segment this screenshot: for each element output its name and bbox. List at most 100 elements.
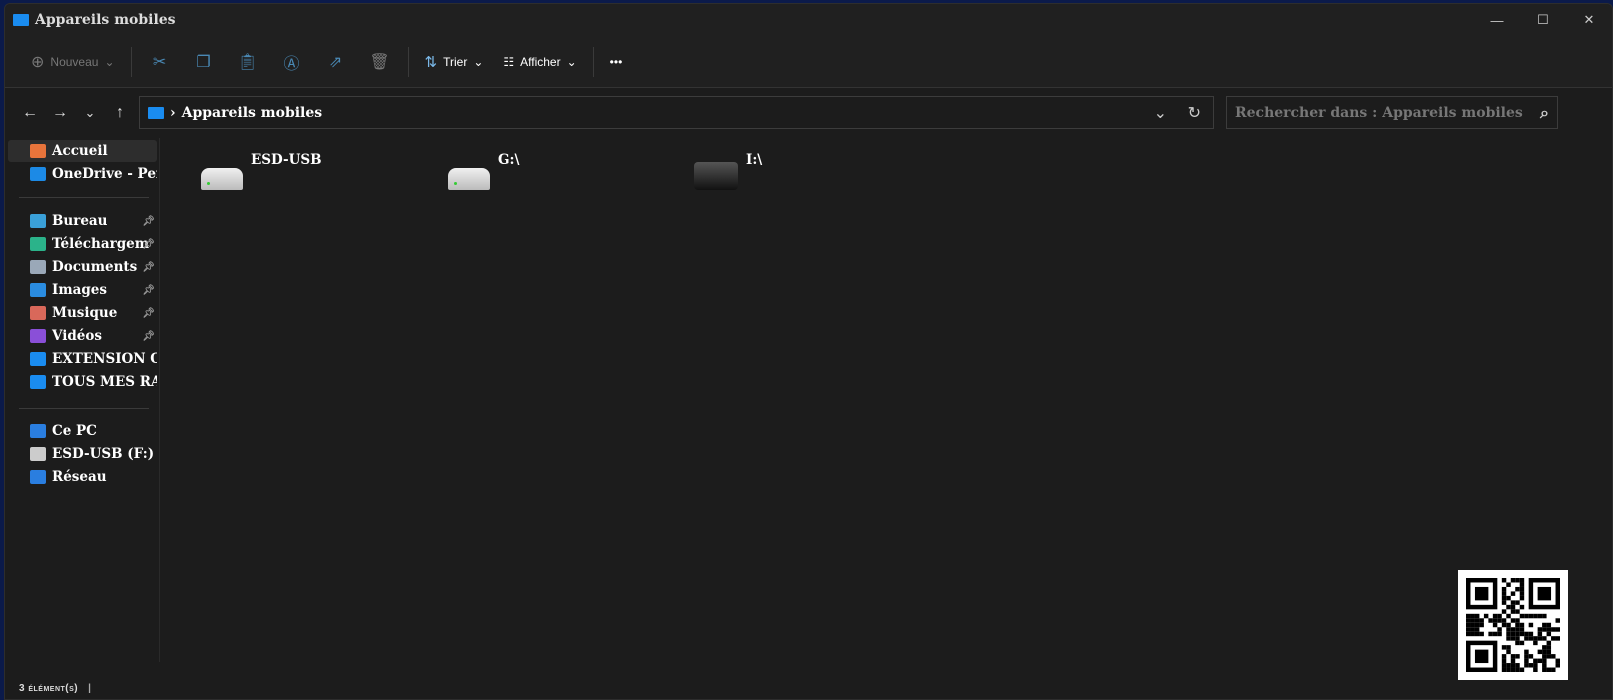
pin-icon[interactable]: 📌︎ (142, 308, 155, 319)
sidebar-item-label: OneDrive - Pers (52, 166, 157, 182)
sidebar-item-label: ESD-USB (F:) (52, 446, 155, 462)
sidebar-item-ce-pc[interactable]: Ce PC (8, 420, 157, 442)
drive-icon (30, 447, 46, 461)
refresh-button[interactable]: ↻ (1188, 103, 1201, 123)
pin-icon[interactable]: 📌︎ (142, 216, 155, 227)
sort-icon: ⇅ (424, 53, 438, 71)
new-label: Nouveau (50, 54, 99, 69)
sidebar-item-t-l-chargem[interactable]: Téléchargem 📌︎ (8, 233, 157, 255)
search-icon: ⌕ (1540, 102, 1549, 122)
item-label: I:\ (746, 152, 763, 168)
sidebar-item-bureau[interactable]: Bureau 📌︎ (8, 210, 157, 232)
network-icon (30, 470, 46, 484)
forward-button[interactable]: → (45, 104, 75, 122)
command-bar: ⊕ Nouveau ⌄ ✂ ❐ 📋︎ Ⓐ ⇗ 🗑︎ ⇅ Trier ⌄ ☷ Affiche… (5, 36, 1612, 88)
sidebar-item-accueil[interactable]: Accueil (8, 140, 157, 162)
share-icon[interactable]: ⇗ (324, 50, 348, 74)
pin-icon[interactable]: 📌︎ (142, 262, 155, 273)
back-button[interactable]: ← (15, 104, 45, 122)
item-count: 3 élément(s) (19, 682, 79, 694)
folder-icon (30, 352, 46, 366)
folder-icon (148, 106, 164, 119)
device-item-i[interactable]: I:\ (694, 152, 762, 190)
divider (592, 46, 594, 77)
sidebar-item-label: Musique (52, 305, 118, 321)
rename-icon[interactable]: Ⓐ (280, 50, 304, 74)
sidebar-item-r-seau[interactable]: Réseau (8, 466, 157, 488)
copy-icon[interactable]: ❐ (192, 50, 216, 74)
sidebar-item-images[interactable]: Images 📌︎ (8, 279, 157, 301)
sidebar-item-label: Accueil (52, 143, 108, 159)
minimize-button[interactable]: — (1474, 4, 1520, 36)
recent-locations-button[interactable]: ⌄ (75, 105, 105, 121)
home-icon (30, 144, 46, 158)
address-bar[interactable]: › Appareils mobiles ⌄ ↻ (139, 96, 1214, 129)
onedrive-icon (30, 167, 46, 181)
sidebar-item-musique[interactable]: Musique 📌︎ (8, 302, 157, 324)
sidebar-item-vid-os[interactable]: Vidéos 📌︎ (8, 325, 157, 347)
drive-icon (201, 168, 243, 190)
qr-code (1458, 570, 1568, 680)
window-title: Appareils mobiles (35, 12, 176, 28)
sidebar-item-label: Bureau (52, 213, 108, 229)
pin-icon[interactable]: 📌︎ (142, 239, 155, 250)
sort-button[interactable]: ⇅ Trier ⌄ (415, 45, 494, 79)
search-input[interactable]: Rechercher dans : Appareils mobiles ⌕ (1226, 96, 1558, 129)
divider (407, 46, 409, 77)
sidebar-item-label: Ce PC (52, 423, 97, 439)
maximize-button[interactable]: ☐ (1520, 4, 1566, 36)
folder-icon (13, 14, 29, 26)
divider (130, 46, 132, 77)
breadcrumb-appareils-mobiles[interactable]: Appareils mobiles (182, 105, 323, 121)
view-list-icon: ☷ (503, 54, 515, 69)
documents-icon (30, 260, 46, 274)
chevron-down-icon: ⌄ (566, 54, 577, 69)
pc-icon (30, 424, 46, 438)
pin-icon[interactable]: 📌︎ (142, 285, 155, 296)
status-bar: 3 élément(s) | (19, 682, 92, 694)
new-button[interactable]: ⊕ Nouveau ⌄ (21, 45, 125, 79)
pin-icon[interactable]: 📌︎ (142, 331, 155, 342)
more-options-button[interactable]: ••• (600, 45, 633, 79)
images-icon (30, 283, 46, 297)
sidebar-item-documents[interactable]: Documents 📌︎ (8, 256, 157, 278)
music-icon (30, 306, 46, 320)
sidebar-item-label: Images (52, 282, 107, 298)
item-label: G:\ (498, 152, 520, 168)
delete-icon[interactable]: 🗑︎ (368, 50, 392, 74)
divider (19, 197, 149, 198)
plus-circle-icon: ⊕ (31, 53, 45, 71)
divider (19, 408, 149, 409)
chevron-down-icon: ⌄ (473, 54, 484, 69)
sidebar-item-label: EXTENSION OF (52, 351, 157, 367)
sidebar-item-tous-mes-rac[interactable]: TOUS MES RAC (8, 371, 157, 393)
sidebar-item-esd-usb-f-[interactable]: ESD-USB (F:) (8, 443, 157, 465)
breadcrumb-separator: › (170, 104, 176, 121)
sort-label: Trier (443, 54, 468, 69)
view-label: Afficher (520, 54, 561, 69)
sidebar-item-label: TOUS MES RAC (52, 374, 157, 390)
chevron-down-icon: ⌄ (104, 54, 115, 69)
download-icon (30, 237, 46, 251)
sidebar-item-onedrive-pers[interactable]: OneDrive - Pers (8, 163, 157, 185)
desktop-icon (30, 214, 46, 228)
paste-icon[interactable]: 📋︎ (236, 50, 260, 74)
file-explorer-window: Appareils mobiles — ☐ ✕ ⊕ Nouveau ⌄ ✂ ❐ 📋︎… (4, 3, 1613, 700)
item-label: ESD-USB (251, 152, 322, 168)
sidebar-item-label: Documents (52, 259, 138, 275)
sidebar-item-extension-of[interactable]: EXTENSION OF (8, 348, 157, 370)
printer-icon (694, 162, 738, 190)
device-item-esd-usb[interactable]: ESD-USB (201, 152, 322, 190)
address-dropdown-button[interactable]: ⌄ (1154, 103, 1167, 123)
videos-icon (30, 329, 46, 343)
up-button[interactable]: ↑ (105, 104, 135, 122)
cut-icon[interactable]: ✂ (148, 50, 172, 74)
drive-icon (448, 168, 490, 190)
close-button[interactable]: ✕ (1566, 4, 1612, 36)
folder-icon (30, 375, 46, 389)
sidebar-item-label: Réseau (52, 469, 107, 485)
device-item-g[interactable]: G:\ (448, 152, 519, 190)
sidebar-item-label: Téléchargem (52, 236, 150, 252)
view-button[interactable]: ☷ Afficher ⌄ (493, 45, 586, 79)
search-placeholder: Rechercher dans : Appareils mobiles (1235, 104, 1523, 121)
